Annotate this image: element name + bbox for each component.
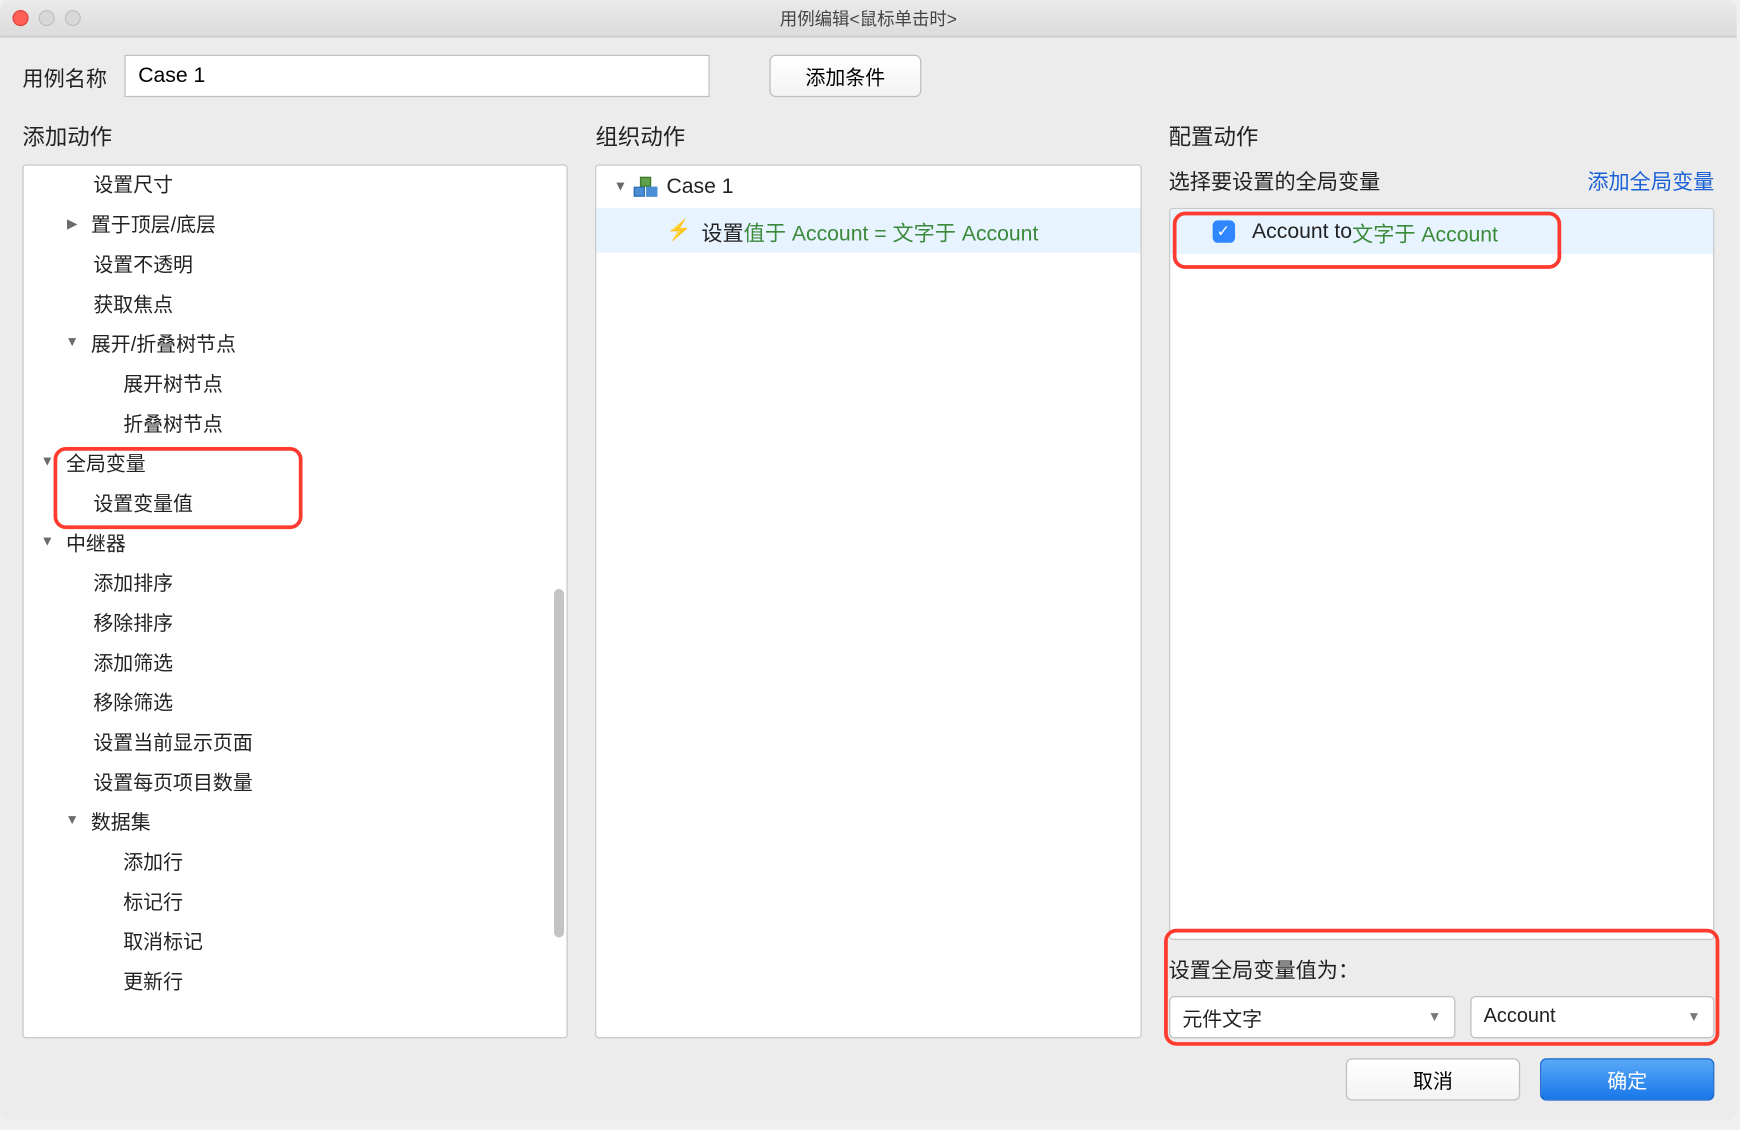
value-target-select[interactable]: Account ▼ [1470, 996, 1714, 1038]
select-value: 元件文字 [1182, 1002, 1262, 1032]
tree-item[interactable]: 添加行 [24, 840, 567, 880]
tree-item[interactable]: 设置不透明 [24, 243, 567, 283]
value-type-select[interactable]: 元件文字 ▼ [1169, 996, 1455, 1038]
titlebar: 用例编辑<鼠标单击时> [0, 0, 1737, 37]
select-value: Account [1484, 1006, 1556, 1028]
tree-item[interactable]: 数据集 [24, 801, 567, 841]
tree-item[interactable]: 获取焦点 [24, 283, 567, 323]
tree-item[interactable]: 设置当前显示页面 [24, 721, 567, 761]
middle-column: 组织动作 Case 1 ⚡ 设置 值于 Account = 文字于 Accoun… [596, 120, 1142, 1039]
checkbox-checked-icon[interactable]: ✓ [1212, 220, 1234, 242]
chevron-down-icon[interactable] [61, 813, 83, 828]
tree-item[interactable]: 展开/折叠树节点 [24, 322, 567, 362]
actions-tree[interactable]: 设置尺寸 置于顶层/底层 设置不透明 获取焦点 展开/折叠树节点 展开树节点 折… [24, 164, 567, 1004]
mid-title: 组织动作 [596, 120, 1142, 152]
columns: 添加动作 设置尺寸 置于顶层/底层 设置不透明 获取焦点 展开/折叠树节点 展开… [22, 120, 1714, 1039]
set-value-label: 设置全局变量值为： [1169, 952, 1715, 983]
tree-item[interactable]: 移除筛选 [24, 681, 567, 721]
ok-button[interactable]: 确定 [1540, 1058, 1714, 1100]
row-top: 用例名称 添加条件 [22, 55, 1714, 97]
chevron-down-icon[interactable] [609, 179, 631, 194]
cancel-button[interactable]: 取消 [1346, 1058, 1520, 1100]
chevron-down-icon[interactable] [36, 454, 58, 469]
case-row[interactable]: Case 1 [597, 166, 1140, 208]
right-title: 配置动作 [1169, 120, 1715, 152]
tree-item[interactable]: 更新行 [24, 960, 567, 1000]
bolt-icon: ⚡ [666, 218, 688, 243]
chevron-down-icon: ▼ [1687, 1010, 1701, 1025]
actions-tree-panel: 设置尺寸 置于顶层/底层 设置不透明 获取焦点 展开/折叠树节点 展开树节点 折… [22, 164, 568, 1038]
tree-item[interactable]: 中继器 [24, 522, 567, 562]
variables-panel: ✓ Account to 文字于 Account [1169, 208, 1715, 940]
case-editor-window: 用例编辑<鼠标单击时> 用例名称 添加条件 添加动作 设置尺寸 置于顶层/底层 … [0, 0, 1737, 1121]
chevron-right-icon[interactable] [61, 215, 83, 231]
tree-item[interactable]: 展开树节点 [24, 362, 567, 402]
left-column: 添加动作 设置尺寸 置于顶层/底层 设置不透明 获取焦点 展开/折叠树节点 展开… [22, 120, 568, 1039]
add-condition-button[interactable]: 添加条件 [769, 55, 921, 97]
scrollbar-thumb[interactable] [554, 589, 564, 938]
right-wrap: 选择要设置的全局变量 添加全局变量 ✓ Account to 文字于 Accou… [1169, 164, 1715, 1038]
tree-item[interactable]: 添加排序 [24, 561, 567, 601]
case-name-label: 用例名称 [22, 60, 107, 91]
footer: 取消 确定 [22, 1038, 1714, 1100]
right-head: 选择要设置的全局变量 添加全局变量 [1169, 164, 1715, 195]
window-title: 用例编辑<鼠标单击时> [0, 6, 1737, 31]
chevron-down-icon: ▼ [1428, 1010, 1442, 1025]
case-label: Case 1 [666, 174, 733, 199]
tree-item[interactable]: 取消标记 [24, 920, 567, 960]
right-bottom: 设置全局变量值为： 元件文字 ▼ Account ▼ [1169, 952, 1715, 1038]
action-row[interactable]: ⚡ 设置 值于 Account = 文字于 Account [597, 208, 1140, 253]
chevron-down-icon[interactable] [61, 335, 83, 350]
var-row-prefix: Account to [1252, 219, 1352, 244]
sitemap-icon [634, 176, 656, 198]
variable-row[interactable]: ✓ Account to 文字于 Account [1170, 209, 1713, 254]
tree-item-set-var[interactable]: 设置变量值 [24, 482, 567, 522]
tree-item[interactable]: 标记行 [24, 880, 567, 920]
chevron-down-icon[interactable] [36, 534, 58, 549]
tree-item[interactable]: 移除排序 [24, 601, 567, 641]
action-value: 值于 Account = 文字于 Account [744, 215, 1039, 246]
tree-item[interactable]: 置于顶层/底层 [24, 203, 567, 243]
tree-item[interactable]: 设置尺寸 [24, 164, 567, 203]
tree-item[interactable]: 设置每页项目数量 [24, 761, 567, 801]
tree-item[interactable]: 添加筛选 [24, 641, 567, 681]
left-title: 添加动作 [22, 120, 568, 152]
var-row-value: 文字于 Account [1352, 216, 1498, 247]
tree-item-global-var[interactable]: 全局变量 [24, 442, 567, 482]
content: 用例名称 添加条件 添加动作 设置尺寸 置于顶层/底层 设置不透明 获取焦点 展… [0, 37, 1737, 1120]
tree-item[interactable]: 折叠树节点 [24, 402, 567, 442]
add-global-var-link[interactable]: 添加全局变量 [1587, 164, 1714, 195]
select-row: 元件文字 ▼ Account ▼ [1169, 996, 1715, 1038]
case-name-input[interactable] [125, 55, 710, 97]
action-prefix: 设置 [701, 215, 743, 246]
organize-panel: Case 1 ⚡ 设置 值于 Account = 文字于 Account [596, 164, 1142, 1038]
right-column: 配置动作 选择要设置的全局变量 添加全局变量 ✓ Account to 文字于 … [1169, 120, 1715, 1039]
select-var-label: 选择要设置的全局变量 [1169, 164, 1381, 195]
